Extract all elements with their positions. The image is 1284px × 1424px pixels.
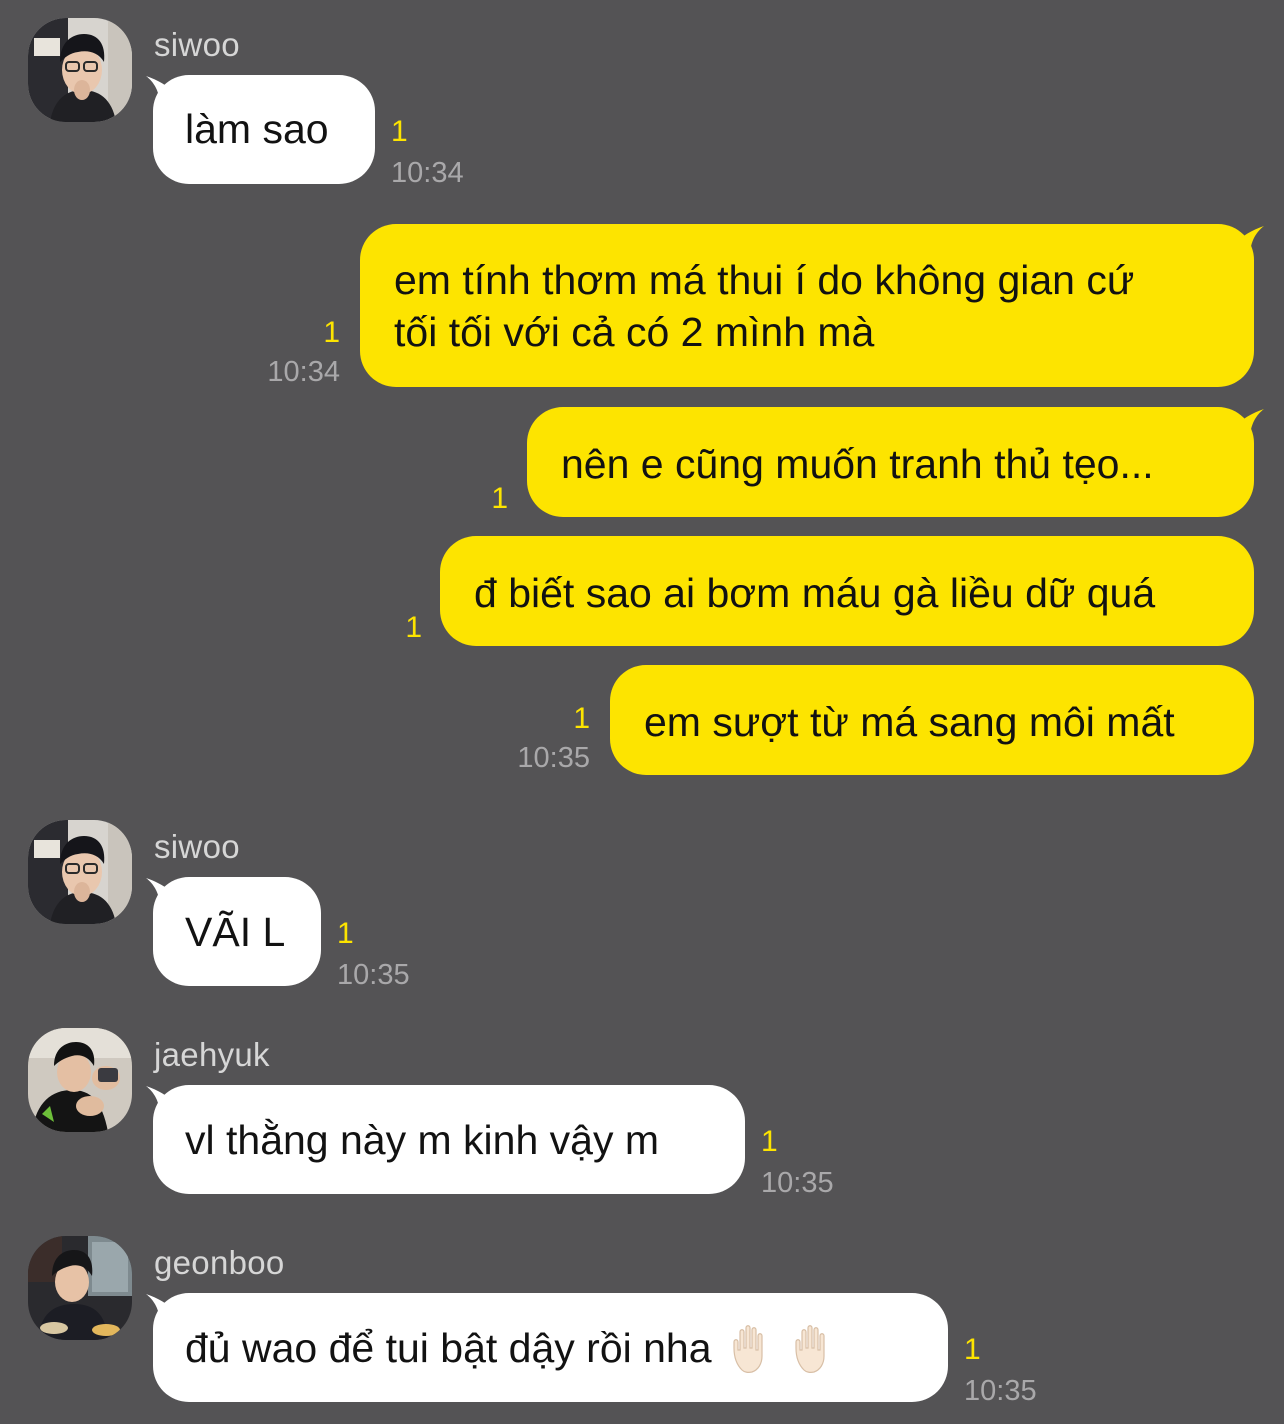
avatar-jaehyuk[interactable] bbox=[28, 1028, 132, 1132]
message-meta: 1 bbox=[440, 484, 508, 514]
unread-count: 1 bbox=[405, 611, 422, 644]
profile-photo-icon bbox=[28, 18, 132, 122]
timestamp: 10:34 bbox=[267, 356, 340, 388]
timestamp: 10:35 bbox=[337, 959, 410, 991]
timestamp: 10:35 bbox=[964, 1375, 1037, 1407]
message-text-line: em tính thơm má thui í do không gian cứ bbox=[394, 257, 1135, 303]
unread-count: 1 bbox=[323, 316, 340, 349]
message-meta: 1 10:35 bbox=[490, 704, 590, 773]
message-text: em sượt từ má sang môi mất bbox=[644, 699, 1175, 745]
message-bubble[interactable]: vl thằng này m kinh vậy m bbox=[153, 1085, 745, 1194]
message-text: đủ wao để tui bật dậy rồi nha bbox=[185, 1322, 916, 1374]
unread-count: 1 bbox=[391, 115, 408, 148]
timestamp: 10:35 bbox=[517, 742, 590, 774]
avatar-siwoo[interactable] bbox=[28, 820, 132, 924]
timestamp: 10:34 bbox=[391, 157, 464, 189]
message-text: đ biết sao ai bơm máu gà liều dữ quá bbox=[474, 570, 1156, 616]
unread-count: 1 bbox=[337, 917, 354, 950]
message-meta: 1 10:35 bbox=[761, 1127, 834, 1198]
avatar-geonboo[interactable] bbox=[28, 1236, 132, 1340]
message-bubble[interactable]: VÃI L bbox=[153, 877, 321, 986]
raised-hand-icon bbox=[732, 1325, 763, 1373]
message-meta: 1 10:35 bbox=[964, 1335, 1037, 1406]
message-bubble[interactable]: nên e cũng muốn tranh thủ tẹo... bbox=[527, 407, 1254, 517]
profile-photo-icon bbox=[28, 1236, 132, 1340]
message-text-line: tối tối với cả có 2 mình mà bbox=[394, 309, 875, 355]
message-bubble[interactable]: em tính thơm má thui í do không gian cứ … bbox=[360, 224, 1254, 387]
message-bubble[interactable]: đ biết sao ai bơm máu gà liều dữ quá bbox=[440, 536, 1254, 646]
message-text: nên e cũng muốn tranh thủ tẹo... bbox=[561, 441, 1154, 487]
profile-photo-icon bbox=[28, 1028, 132, 1132]
message-meta: 1 bbox=[352, 613, 422, 643]
message-meta: 1 10:35 bbox=[337, 919, 410, 990]
message-meta: 1 10:34 bbox=[391, 117, 464, 188]
raised-hand-icon bbox=[794, 1325, 825, 1373]
message-text: làm sao bbox=[185, 106, 329, 152]
message-text: vl thằng này m kinh vậy m bbox=[185, 1117, 659, 1163]
message-meta: 1 10:34 bbox=[240, 318, 340, 387]
message-bubble[interactable]: em sượt từ má sang môi mất bbox=[610, 665, 1254, 775]
sender-name: siwoo bbox=[154, 828, 240, 865]
unread-count: 1 bbox=[491, 482, 508, 515]
message-text-content: đủ wao để tui bật dậy rồi nha bbox=[185, 1325, 712, 1371]
profile-photo-icon bbox=[28, 820, 132, 924]
sender-name: jaehyuk bbox=[154, 1036, 270, 1073]
message-bubble[interactable]: làm sao bbox=[153, 75, 375, 184]
timestamp: 10:35 bbox=[761, 1167, 834, 1199]
sender-name: geonboo bbox=[154, 1244, 285, 1281]
avatar-siwoo[interactable] bbox=[28, 18, 132, 122]
unread-count: 1 bbox=[964, 1333, 981, 1366]
unread-count: 1 bbox=[761, 1125, 778, 1158]
unread-count: 1 bbox=[573, 702, 590, 735]
message-text: VÃI L bbox=[185, 909, 286, 955]
message-bubble[interactable]: đủ wao để tui bật dậy rồi nha bbox=[153, 1293, 948, 1402]
sender-name: siwoo bbox=[154, 26, 240, 63]
